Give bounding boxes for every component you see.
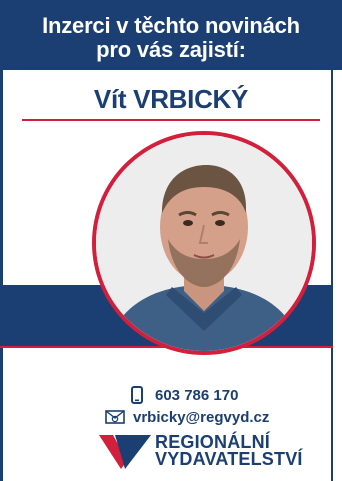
mobile-phone-icon [127,386,147,404]
logo-wordmark: REGIONÁLNÍ VYDAVATELSTVÍ [155,433,303,469]
header-line-2: pro vás zajistí: [96,37,246,62]
portrait-illustration [96,135,312,351]
name-underline [22,119,320,121]
phone-row: 603 786 170 [127,386,238,404]
advertising-contact-card: Inzerci v těchto novinách pro vás zajist… [0,0,342,481]
card-left-border [0,64,3,481]
portrait-photo [96,135,312,351]
email-address[interactable]: vrbicky@regvyd.cz [133,409,269,426]
envelope-at-icon [105,408,125,426]
publisher-logo: REGIONÁLNÍ VYDAVATELSTVÍ [99,433,303,469]
phone-number[interactable]: 603 786 170 [155,387,238,404]
person-name: Vít VRBICKÝ [93,84,249,114]
logo-text-line-2: VYDAVATELSTVÍ [155,449,303,469]
header-banner: Inzerci v těchto novinách pro vás zajist… [0,0,342,70]
card-right-border [331,64,333,481]
logo-chevron-mark [99,435,151,469]
email-row: vrbicky@regvyd.cz [105,408,269,426]
header-line-1: Inzerci v těchto novinách [42,13,300,38]
